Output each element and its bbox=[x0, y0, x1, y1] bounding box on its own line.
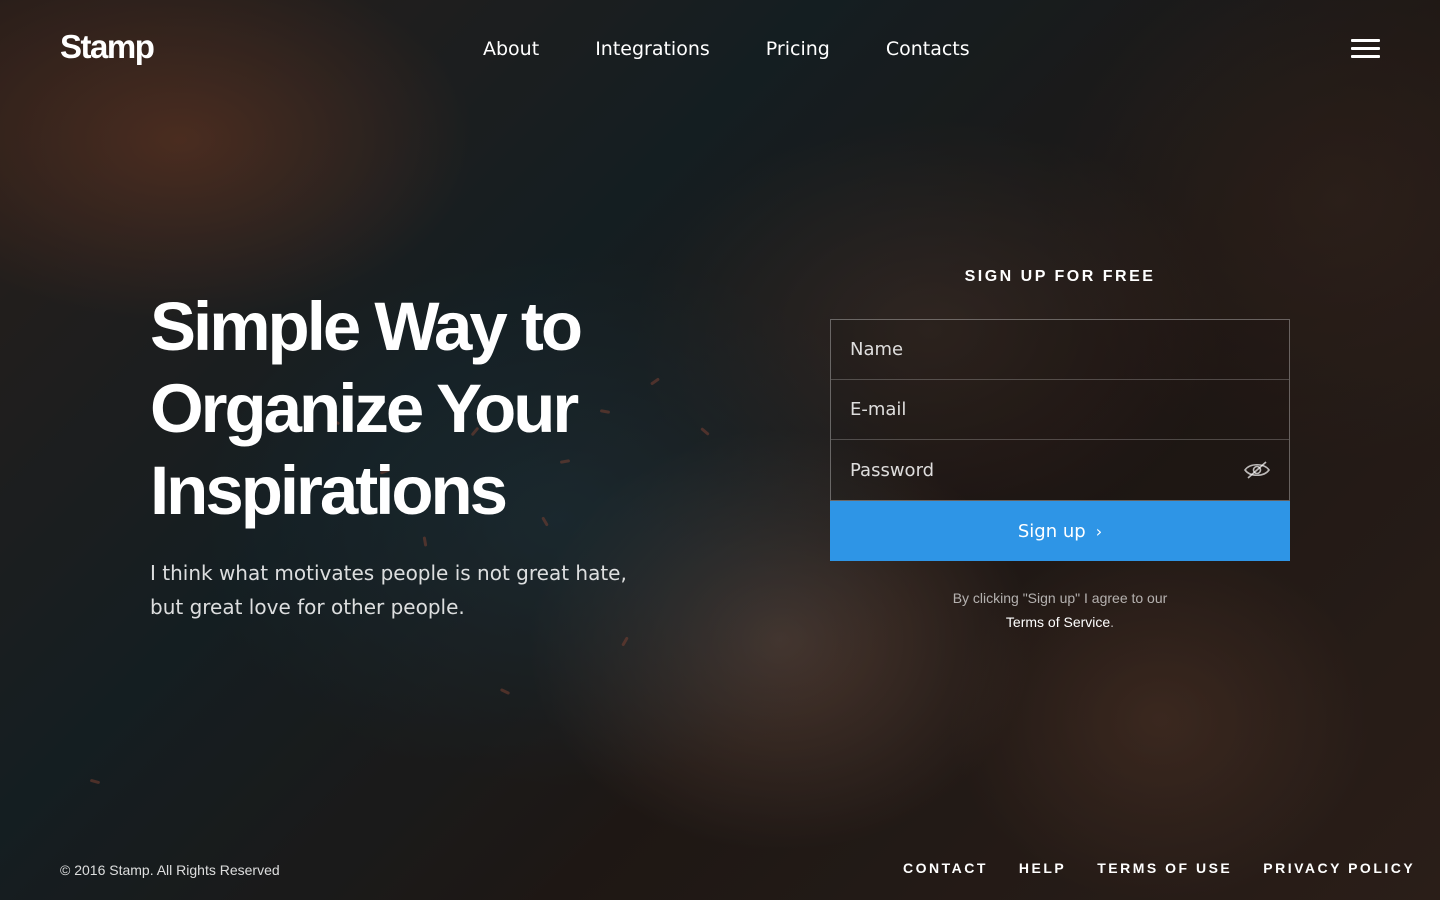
nav-item-integrations[interactable]: Integrations bbox=[595, 38, 710, 60]
terms-suffix: . bbox=[1110, 614, 1115, 630]
hero-headline: Simple Way to Organize Your Inspirations bbox=[150, 288, 583, 529]
footer-link-contact[interactable]: CONTACT bbox=[903, 860, 988, 876]
signup-form bbox=[830, 319, 1290, 501]
brand-logo[interactable]: Stamp bbox=[60, 28, 155, 66]
name-input[interactable] bbox=[831, 320, 1289, 379]
footer-link-privacy-policy[interactable]: PRIVACY POLICY bbox=[1263, 860, 1415, 876]
footer-link-help[interactable]: HELP bbox=[1019, 860, 1066, 876]
main-nav: About Integrations Pricing Contacts bbox=[483, 38, 1026, 60]
copyright-text: © 2016 Stamp. All Rights Reserved bbox=[60, 862, 280, 878]
footer-link-terms-of-use[interactable]: TERMS OF USE bbox=[1097, 860, 1232, 876]
eye-slash-icon[interactable] bbox=[1243, 460, 1271, 480]
signup-button-label: Sign up bbox=[1017, 520, 1086, 542]
email-input[interactable] bbox=[831, 380, 1289, 439]
name-field-wrapper bbox=[831, 320, 1289, 380]
hero-subtext: I think what motivates people is not gre… bbox=[150, 561, 627, 619]
terms-notice: By clicking "Sign up" I agree to our Ter… bbox=[830, 586, 1290, 634]
chevron-right-icon: › bbox=[1095, 521, 1103, 541]
password-field-wrapper bbox=[831, 440, 1289, 500]
footer-nav: CONTACT HELP TERMS OF USE PRIVACY POLICY bbox=[903, 860, 1415, 876]
signup-title: SIGN UP FOR FREE bbox=[964, 268, 1156, 285]
terms-of-service-link[interactable]: Terms of Service bbox=[1006, 614, 1110, 630]
nav-item-contacts[interactable]: Contacts bbox=[886, 38, 970, 60]
terms-prefix: By clicking "Sign up" I agree to our bbox=[952, 590, 1168, 606]
signup-button[interactable]: Sign up › bbox=[830, 501, 1290, 561]
nav-item-about[interactable]: About bbox=[483, 38, 539, 60]
password-input[interactable] bbox=[831, 440, 1289, 500]
hamburger-menu-icon[interactable] bbox=[1351, 39, 1380, 61]
nav-item-pricing[interactable]: Pricing bbox=[766, 38, 830, 60]
email-field-wrapper bbox=[831, 380, 1289, 440]
